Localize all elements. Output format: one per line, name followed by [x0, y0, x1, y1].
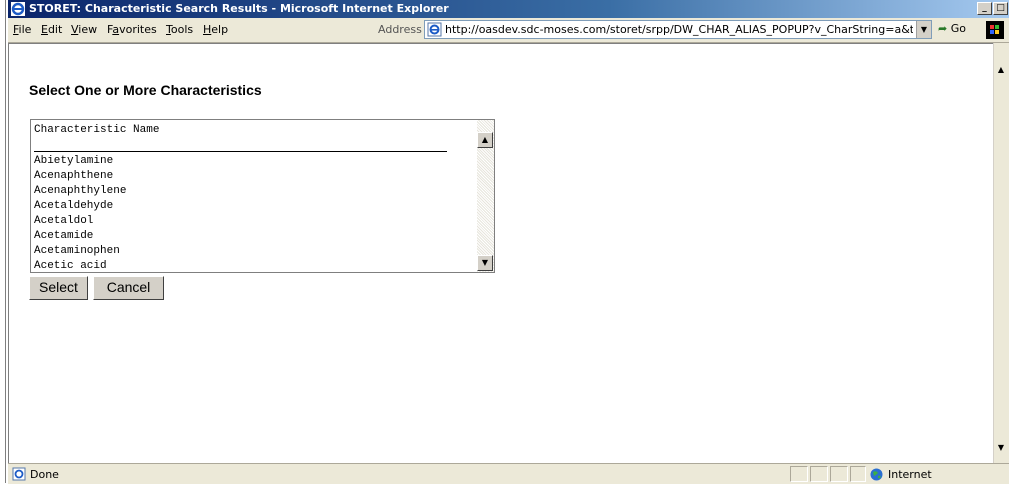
address-input[interactable]: http://oasdev.sdc-moses.com/storet/srpp/… [424, 20, 932, 39]
select-button[interactable]: Select [29, 276, 88, 300]
scroll-up-icon[interactable]: ▲ [477, 132, 493, 148]
menu-view[interactable]: View [71, 23, 97, 36]
list-item[interactable]: Acetic acid [34, 260, 107, 272]
windows-logo-icon [986, 21, 1004, 39]
list-header-divider [34, 151, 447, 152]
menu-edit[interactable]: Edit [41, 23, 62, 36]
address-url: http://oasdev.sdc-moses.com/storet/srpp/… [445, 23, 913, 36]
list-item[interactable]: Acetaldol [34, 215, 93, 227]
menu-file[interactable]: File [13, 23, 31, 36]
address-dropdown-icon[interactable]: ▼ [916, 21, 931, 38]
internet-globe-icon [870, 468, 883, 481]
browser-window: STORET: Characteristic Search Results - … [8, 0, 1009, 484]
go-arrow-icon: ➦ [938, 22, 948, 35]
list-item[interactable]: Acetaldehyde [34, 200, 113, 212]
status-cell-2 [810, 466, 828, 482]
list-item[interactable]: Acenaphthylene [34, 185, 126, 197]
title-bar[interactable]: STORET: Characteristic Search Results - … [8, 0, 1009, 18]
list-item[interactable]: Abietylamine [34, 155, 113, 167]
page-content: Select One or More Characteristics Chara… [8, 43, 994, 463]
menu-tools[interactable]: Tools [166, 23, 193, 36]
status-cell-4 [850, 466, 866, 482]
menu-bar: File Edit View Favorites Tools Help Addr… [8, 18, 1009, 43]
page-heading: Select One or More Characteristics [29, 82, 262, 98]
list-item[interactable]: Acenaphthene [34, 170, 113, 182]
page-ie-icon [427, 22, 442, 37]
list-column-header: Characteristic Name [34, 124, 160, 136]
characteristic-listbox[interactable]: Characteristic Name Abietylamine Acenapht… [30, 119, 495, 273]
scroll-down-icon[interactable]: ▼ [477, 255, 493, 271]
minimize-button[interactable]: _ [977, 2, 992, 15]
restore-button[interactable]: □ [993, 2, 1008, 15]
list-item[interactable]: Acetamide [34, 230, 93, 242]
menu-favorites[interactable]: Favorites [107, 23, 157, 36]
security-zone-label: Internet [888, 468, 932, 481]
status-cell-3 [830, 466, 848, 482]
page-done-icon [12, 467, 26, 481]
address-label: Address [378, 23, 422, 36]
cancel-button[interactable]: Cancel [93, 276, 164, 300]
page-scrollbar[interactable]: ▲ ▼ [993, 43, 1009, 463]
status-cell-1 [790, 466, 808, 482]
window-title: STORET: Characteristic Search Results - … [29, 2, 449, 15]
left-edge [0, 0, 8, 483]
listbox-scrollbar[interactable]: ▲ ▼ [477, 120, 494, 272]
menu-help[interactable]: Help [203, 23, 228, 36]
ie-logo-icon [11, 2, 25, 16]
status-text: Done [30, 468, 59, 481]
status-bar: Done Internet [8, 463, 1009, 484]
page-scroll-down-icon[interactable]: ▼ [996, 443, 1006, 455]
page-scroll-up-icon[interactable]: ▲ [996, 65, 1006, 77]
list-item[interactable]: Acetaminophen [34, 245, 120, 257]
go-button[interactable]: ➦ Go [938, 22, 966, 35]
